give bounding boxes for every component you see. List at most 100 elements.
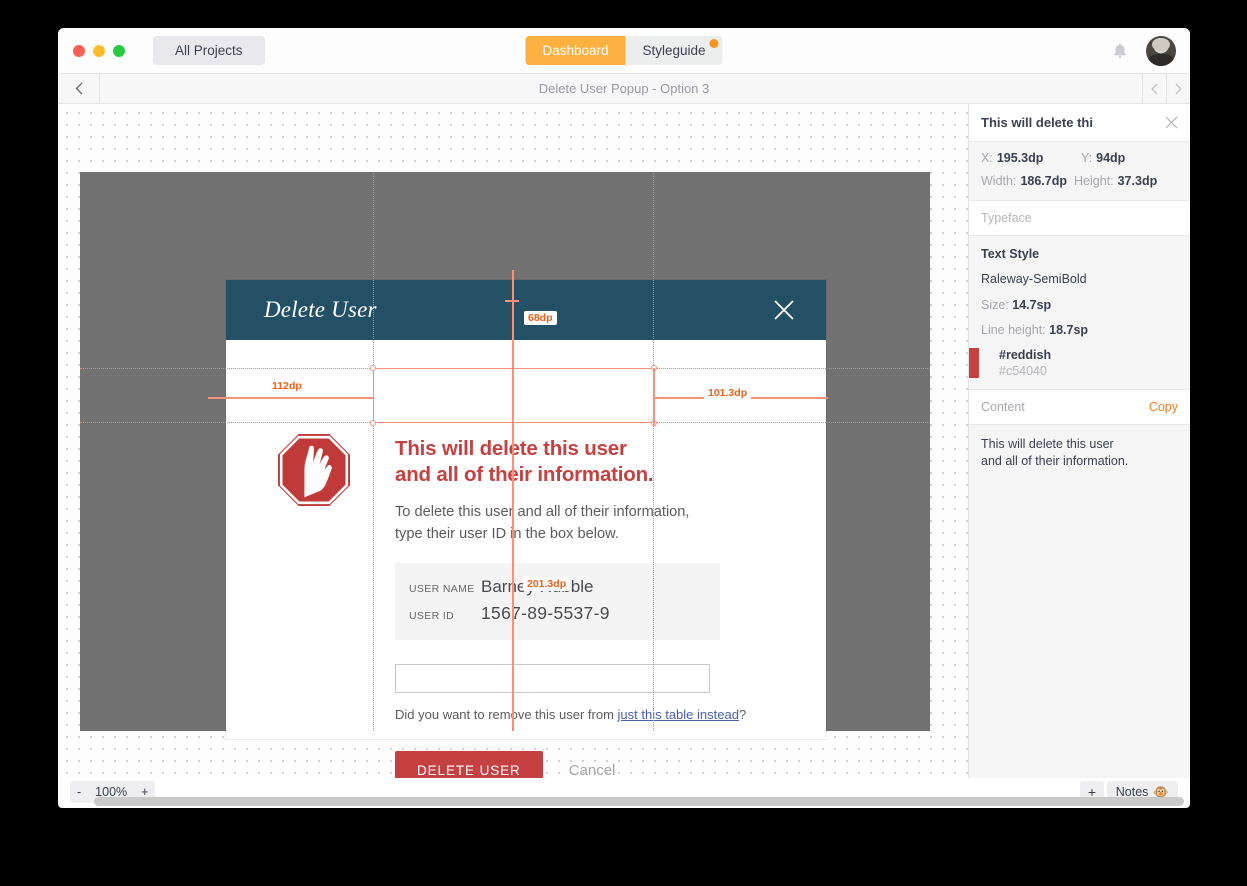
line-height-row: Line height: 18.7sp bbox=[981, 323, 1178, 337]
geometry-y: Y: 94dp bbox=[1081, 151, 1125, 165]
helper-prefix: Did you want to remove this user from bbox=[395, 707, 618, 722]
panel-typeface-label: Typeface bbox=[969, 201, 1190, 236]
user-id-value: 1567-89-5537-9 bbox=[481, 603, 610, 623]
tab-dashboard[interactable]: Dashboard bbox=[525, 36, 626, 65]
line-height-key: Line height: bbox=[981, 323, 1046, 337]
measure-bottom-label: 201.3dp bbox=[523, 577, 571, 591]
panel-content-text: This will delete this user and all of th… bbox=[969, 425, 1190, 481]
document-bar: Delete User Popup - Option 3 bbox=[58, 74, 1190, 104]
horizontal-scrollbar[interactable] bbox=[94, 797, 1184, 806]
line-height-value: 18.7sp bbox=[1049, 323, 1089, 337]
chevron-right-icon bbox=[1175, 83, 1182, 94]
font-name: Raleway-SemiBold bbox=[981, 272, 1087, 286]
measure-left-label: 112dp bbox=[268, 379, 306, 393]
alert-subtext-line-2: type their user ID in the box below. bbox=[395, 526, 619, 542]
minimize-window-button[interactable] bbox=[93, 44, 105, 57]
color-info: #reddish #c54040 bbox=[999, 348, 1051, 378]
close-icon[interactable] bbox=[1165, 116, 1178, 129]
geometry-height-key: Height: bbox=[1074, 174, 1114, 188]
geometry-width-key: Width: bbox=[981, 174, 1017, 188]
maximize-window-button[interactable] bbox=[113, 44, 125, 57]
delete-user-button[interactable]: DELETE USER bbox=[395, 751, 543, 778]
chevron-left-icon bbox=[75, 82, 82, 95]
font-size-value: 14.7sp bbox=[1012, 298, 1052, 312]
color-name: #reddish bbox=[999, 348, 1052, 362]
panel-header-title: This will delete thi bbox=[981, 115, 1093, 130]
stop-sign-icon bbox=[274, 430, 354, 510]
measure-top-label: 68dp bbox=[524, 311, 557, 325]
close-icon[interactable] bbox=[772, 298, 796, 322]
inspector-panel: This will delete thi X: 195.3dp Y: 94dp bbox=[968, 104, 1190, 778]
document-title: Delete User Popup - Option 3 bbox=[538, 81, 710, 96]
table-row: USER ID 1567-89-5537-9 bbox=[409, 603, 706, 624]
main-tabs: Dashboard Styleguide bbox=[525, 36, 723, 65]
font-size-key: Size: bbox=[981, 298, 1009, 312]
artboard: Delete User This will delete this user a… bbox=[80, 172, 930, 778]
text-style-title: Text Style bbox=[981, 247, 1040, 261]
app-body: Delete User This will delete this user a… bbox=[58, 104, 1190, 778]
geometry-row-size: Width: 186.7dp Height: 37.3dp bbox=[981, 174, 1178, 188]
geometry-width: Width: 186.7dp bbox=[981, 174, 1067, 188]
chevron-left-icon bbox=[1151, 83, 1158, 94]
alert-heading-line-1: This will delete this user bbox=[395, 437, 627, 460]
geometry-row-position: X: 195.3dp Y: 94dp bbox=[981, 151, 1178, 165]
copy-button[interactable]: Copy bbox=[1149, 400, 1178, 414]
next-screen-button[interactable] bbox=[1166, 74, 1190, 103]
dialog-content-column: This will delete this user and all of th… bbox=[395, 436, 775, 778]
geometry-x-key: X: bbox=[981, 151, 993, 165]
prev-screen-button[interactable] bbox=[1142, 74, 1166, 103]
color-swatch-row[interactable]: #reddish #c54040 bbox=[969, 348, 1178, 389]
geometry-x: X: 195.3dp bbox=[981, 151, 1081, 165]
back-button[interactable] bbox=[58, 74, 100, 103]
cancel-button[interactable]: Cancel bbox=[551, 750, 634, 778]
panel-geometry: X: 195.3dp Y: 94dp Width: 186.7dp Height… bbox=[969, 142, 1190, 201]
user-info-table: USER NAME Barney Rubble USER ID 1567-89-… bbox=[395, 563, 720, 640]
geometry-y-value: 94dp bbox=[1096, 151, 1126, 165]
remove-from-table-helper: Did you want to remove this user from ju… bbox=[395, 707, 775, 722]
bottom-bar: - 100% + + Notes 🐵 bbox=[58, 778, 1190, 808]
window-controls bbox=[73, 44, 125, 57]
tab-dashboard-label: Dashboard bbox=[542, 43, 609, 58]
delete-user-dialog: Delete User This will delete this user a… bbox=[226, 280, 826, 778]
dialog-actions: DELETE USER Cancel bbox=[395, 750, 775, 778]
document-nav bbox=[1142, 74, 1190, 103]
alert-heading: This will delete this user and all of th… bbox=[395, 436, 775, 488]
all-projects-button[interactable]: All Projects bbox=[153, 36, 265, 65]
just-this-table-link[interactable]: just this table instead bbox=[618, 707, 739, 722]
titlebar-right-actions bbox=[1110, 35, 1176, 66]
dialog-header: Delete User bbox=[226, 280, 826, 340]
panel-header: This will delete thi bbox=[969, 104, 1190, 142]
measure-right-label: 101.3dp bbox=[704, 386, 752, 400]
tab-styleguide-label: Styleguide bbox=[642, 43, 706, 58]
panel-content-header: Content Copy bbox=[969, 389, 1190, 425]
geometry-height: Height: 37.3dp bbox=[1074, 174, 1157, 188]
bell-icon[interactable] bbox=[1110, 40, 1130, 62]
alert-subtext: To delete this user and all of their inf… bbox=[395, 501, 775, 545]
content-label: Content bbox=[981, 400, 1025, 414]
user-name-label: USER NAME bbox=[409, 583, 475, 595]
close-window-button[interactable] bbox=[73, 44, 85, 57]
tab-styleguide-badge-icon bbox=[709, 39, 719, 48]
title-bar: All Projects Dashboard Styleguide bbox=[58, 28, 1190, 74]
zoom-out-button[interactable]: - bbox=[70, 785, 88, 799]
panel-text-style: Text Style Raleway-SemiBold Size: 14.7sp… bbox=[969, 236, 1190, 389]
color-hex: #c54040 bbox=[999, 364, 1047, 378]
avatar[interactable] bbox=[1146, 35, 1176, 66]
geometry-width-value: 186.7dp bbox=[1020, 174, 1067, 188]
alert-heading-line-2: and all of their information. bbox=[395, 463, 654, 486]
user-id-label: USER ID bbox=[409, 610, 455, 622]
font-size-row: Size: 14.7sp bbox=[981, 298, 1178, 312]
geometry-x-value: 195.3dp bbox=[996, 151, 1044, 165]
canvas[interactable]: Delete User This will delete this user a… bbox=[58, 104, 968, 778]
geometry-height-value: 37.3dp bbox=[1117, 174, 1158, 188]
user-id-input[interactable] bbox=[395, 664, 710, 693]
content-line-2: and all of their information. bbox=[981, 454, 1129, 468]
helper-suffix: ? bbox=[738, 707, 747, 722]
tab-styleguide[interactable]: Styleguide bbox=[625, 36, 723, 65]
dialog-title: Delete User bbox=[264, 297, 377, 322]
geometry-y-key: Y: bbox=[1081, 151, 1093, 165]
color-swatch bbox=[969, 348, 979, 378]
app-window: All Projects Dashboard Styleguide Delete… bbox=[58, 28, 1190, 808]
alert-subtext-line-1: To delete this user and all of their inf… bbox=[395, 504, 690, 520]
content-line-1: This will delete this user bbox=[981, 437, 1114, 451]
